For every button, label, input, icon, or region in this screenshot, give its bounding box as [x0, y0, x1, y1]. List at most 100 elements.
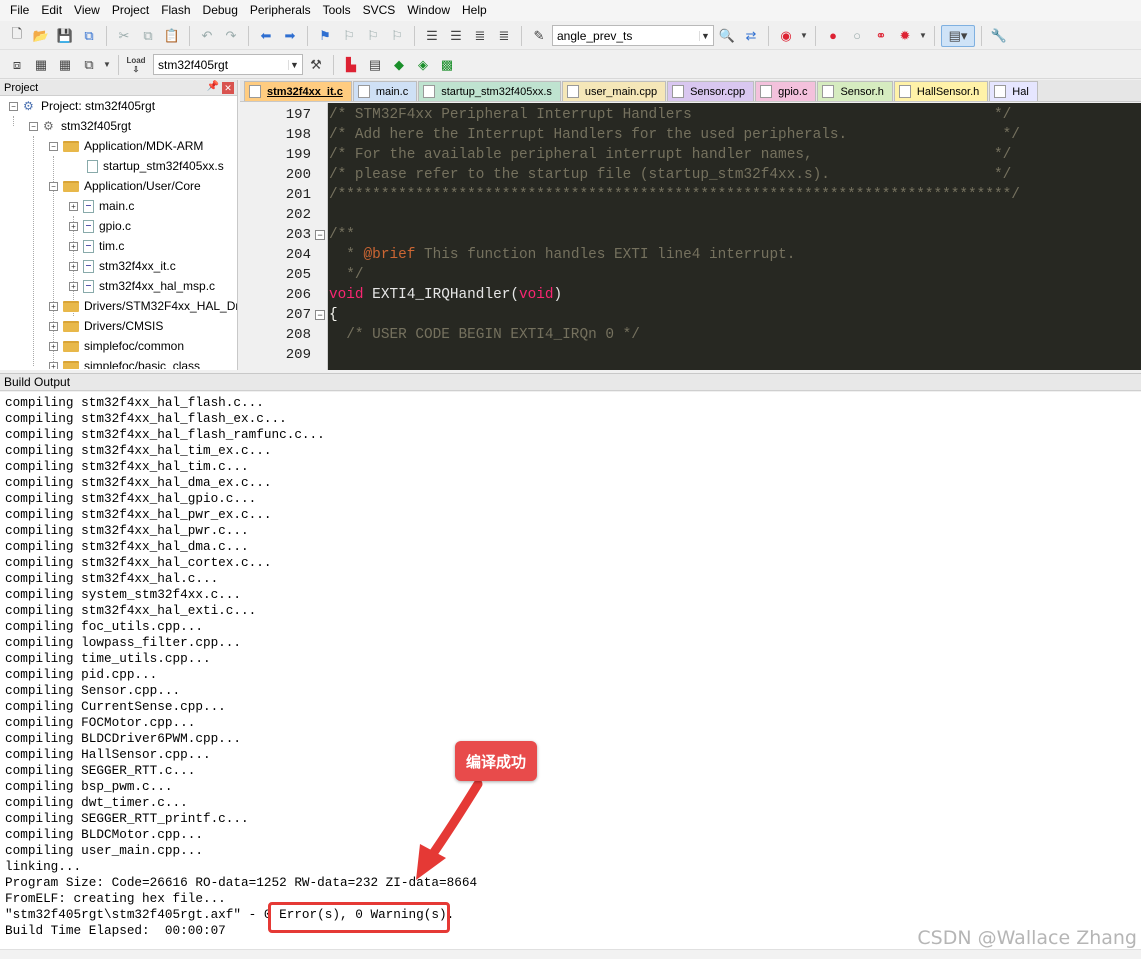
bookmark-icon[interactable]: ⚑	[314, 25, 336, 47]
tab-main-c[interactable]: main.c	[352, 81, 418, 101]
indent-icon[interactable]: ☰	[421, 25, 443, 47]
tab-startup-stm32f405xx-s[interactable]: startup_stm32f405xx.s	[418, 81, 561, 101]
tree-item-file[interactable]: startup_stm32f405xx.s	[87, 156, 224, 176]
tab-hal[interactable]: Hal	[989, 81, 1038, 101]
expand-icon[interactable]: +	[49, 301, 58, 311]
incremental-find-icon[interactable]: ⇄	[740, 25, 762, 47]
nav-forward-icon[interactable]: ➡	[279, 25, 301, 47]
fold-toggle-icon[interactable]: −	[315, 310, 325, 320]
tree-item-folder[interactable]: + Drivers/STM32F4xx_HAL_Dri	[49, 296, 237, 316]
menu-peripherals[interactable]: Peripherals	[244, 0, 317, 21]
manage-components-icon[interactable]: ▙	[340, 54, 362, 76]
find-in-files-icon[interactable]: ✎	[528, 25, 550, 47]
tab-user-main-cpp[interactable]: user_main.cpp	[561, 81, 667, 101]
expand-icon[interactable]: +	[69, 281, 78, 291]
next-bookmark-icon[interactable]: ⚐	[362, 25, 384, 47]
tree-item-folder[interactable]: − Application/User/Core	[49, 176, 201, 196]
expand-icon[interactable]: +	[69, 241, 78, 251]
manage-rte-icon[interactable]: ◈	[412, 54, 434, 76]
find-icon[interactable]: 🔍	[716, 25, 738, 47]
target-combo[interactable]: stm32f405rgt ▼	[153, 54, 303, 75]
save-icon[interactable]: 💾	[54, 25, 76, 47]
nav-back-icon[interactable]: ⬅	[255, 25, 277, 47]
redo-icon[interactable]: ↷	[220, 25, 242, 47]
horizontal-scrollbar[interactable]	[0, 949, 1141, 959]
dropdown-arrow-icon[interactable]: ▼	[102, 54, 112, 76]
menu-debug[interactable]: Debug	[197, 0, 244, 21]
expand-icon[interactable]: +	[69, 261, 78, 271]
menu-edit[interactable]: Edit	[35, 0, 68, 21]
expand-icon[interactable]: +	[49, 341, 58, 351]
tree-item-folder[interactable]: + Drivers/CMSIS	[49, 316, 163, 336]
menu-view[interactable]: View	[68, 0, 106, 21]
expand-icon[interactable]: +	[69, 201, 78, 211]
build-icon[interactable]: ▦	[30, 54, 52, 76]
save-all-icon[interactable]: ⧉	[78, 25, 100, 47]
menu-file[interactable]: File	[4, 0, 35, 21]
expand-icon[interactable]: +	[49, 321, 58, 331]
menu-svcs[interactable]: SVCS	[357, 0, 402, 21]
collapse-icon[interactable]: −	[49, 181, 58, 191]
dropdown-arrow-icon[interactable]: ▼	[918, 25, 928, 47]
fold-toggle-icon[interactable]: −	[315, 230, 325, 240]
clear-bookmarks-icon[interactable]: ⚐	[386, 25, 408, 47]
find-combo[interactable]: angle_prev_ts ▼	[552, 25, 714, 46]
tree-item-file[interactable]: + gpio.c	[69, 216, 131, 236]
disable-breakpoint-icon[interactable]: ○	[846, 25, 868, 47]
select-packs-icon[interactable]: ◆	[388, 54, 410, 76]
copy-icon[interactable]: ⧉	[137, 25, 159, 47]
tab-stm32f4xx-it-c[interactable]: stm32f4xx_it.c	[244, 81, 352, 101]
collapse-icon[interactable]: −	[29, 121, 38, 131]
open-folder-icon[interactable]: 📂	[30, 25, 52, 47]
tab-gpio-c[interactable]: gpio.c	[755, 81, 817, 101]
dropdown-arrow-icon[interactable]: ▼	[799, 25, 809, 47]
translate-icon[interactable]: ⧈	[6, 54, 28, 76]
manage-project-icon[interactable]: ▤	[364, 54, 386, 76]
uncomment-icon[interactable]: ≣	[493, 25, 515, 47]
menu-flash[interactable]: Flash	[155, 0, 196, 21]
unindent-icon[interactable]: ☰	[445, 25, 467, 47]
paste-icon[interactable]: 📋	[161, 25, 183, 47]
debug-session-icon[interactable]: ◉	[775, 25, 797, 47]
code-editor[interactable]: 197 198 199 200 201 202 203 204 205 206 207 208 209 −…	[240, 103, 1141, 370]
collapse-icon[interactable]: −	[9, 101, 18, 111]
tree-item-file[interactable]: + tim.c	[69, 236, 124, 256]
tree-item-project[interactable]: − ⚙ Project: stm32f405rgt	[9, 96, 155, 116]
tree-item-folder[interactable]: + simplefoc/common	[49, 336, 184, 356]
target-options-icon[interactable]: ⚒	[305, 54, 327, 76]
menu-tools[interactable]: Tools	[317, 0, 357, 21]
tab-hallsensor-h[interactable]: HallSensor.h	[893, 81, 989, 101]
tab-sensor-cpp[interactable]: Sensor.cpp	[667, 81, 755, 101]
tree-item-file[interactable]: + main.c	[69, 196, 134, 216]
pin-icon[interactable]: 📌	[207, 81, 219, 92]
configure-icon[interactable]: ✹	[894, 25, 916, 47]
rebuild-icon[interactable]: ▦	[54, 54, 76, 76]
menu-project[interactable]: Project	[106, 0, 155, 21]
load-icon[interactable]: Load ⇩	[125, 54, 147, 76]
menu-window[interactable]: Window	[401, 0, 456, 21]
menu-help[interactable]: Help	[456, 0, 493, 21]
pack-installer-icon[interactable]: ▩	[436, 54, 458, 76]
tree-item-file[interactable]: + stm32f4xx_it.c	[69, 256, 176, 276]
tree-item-folder[interactable]: + simplefoc/basic_class	[49, 356, 200, 369]
cut-icon[interactable]: ✂	[113, 25, 135, 47]
tree-item-file[interactable]: + stm32f4xx_hal_msp.c	[69, 276, 215, 296]
collapse-icon[interactable]: −	[49, 141, 58, 151]
prev-bookmark-icon[interactable]: ⚐	[338, 25, 360, 47]
window-layout-icon[interactable]: ▤▾	[941, 24, 975, 47]
batch-build-icon[interactable]: ⧉	[78, 54, 100, 76]
code-area[interactable]: /* STM32F4xx Peripheral Interrupt Handle…	[329, 103, 1141, 370]
expand-icon[interactable]: +	[69, 221, 78, 231]
undo-icon[interactable]: ↶	[196, 25, 218, 47]
kill-breakpoints-icon[interactable]: ⚭	[870, 25, 892, 47]
wrench-icon[interactable]: 🔧	[988, 25, 1010, 47]
close-icon[interactable]: ✕	[222, 82, 234, 94]
build-output-pane[interactable]: compiling stm32f4xx_hal_flash.c... compil…	[0, 392, 1141, 959]
new-file-icon[interactable]: 🗋	[6, 25, 28, 47]
tree-item-folder[interactable]: − Application/MDK-ARM	[49, 136, 203, 156]
breakpoint-icon[interactable]: ●	[822, 25, 844, 47]
comment-icon[interactable]: ≣	[469, 25, 491, 47]
expand-icon[interactable]: +	[49, 361, 58, 369]
tree-item-target[interactable]: − ⚙ stm32f405rgt	[29, 116, 131, 136]
tab-sensor-h[interactable]: Sensor.h	[817, 81, 893, 101]
